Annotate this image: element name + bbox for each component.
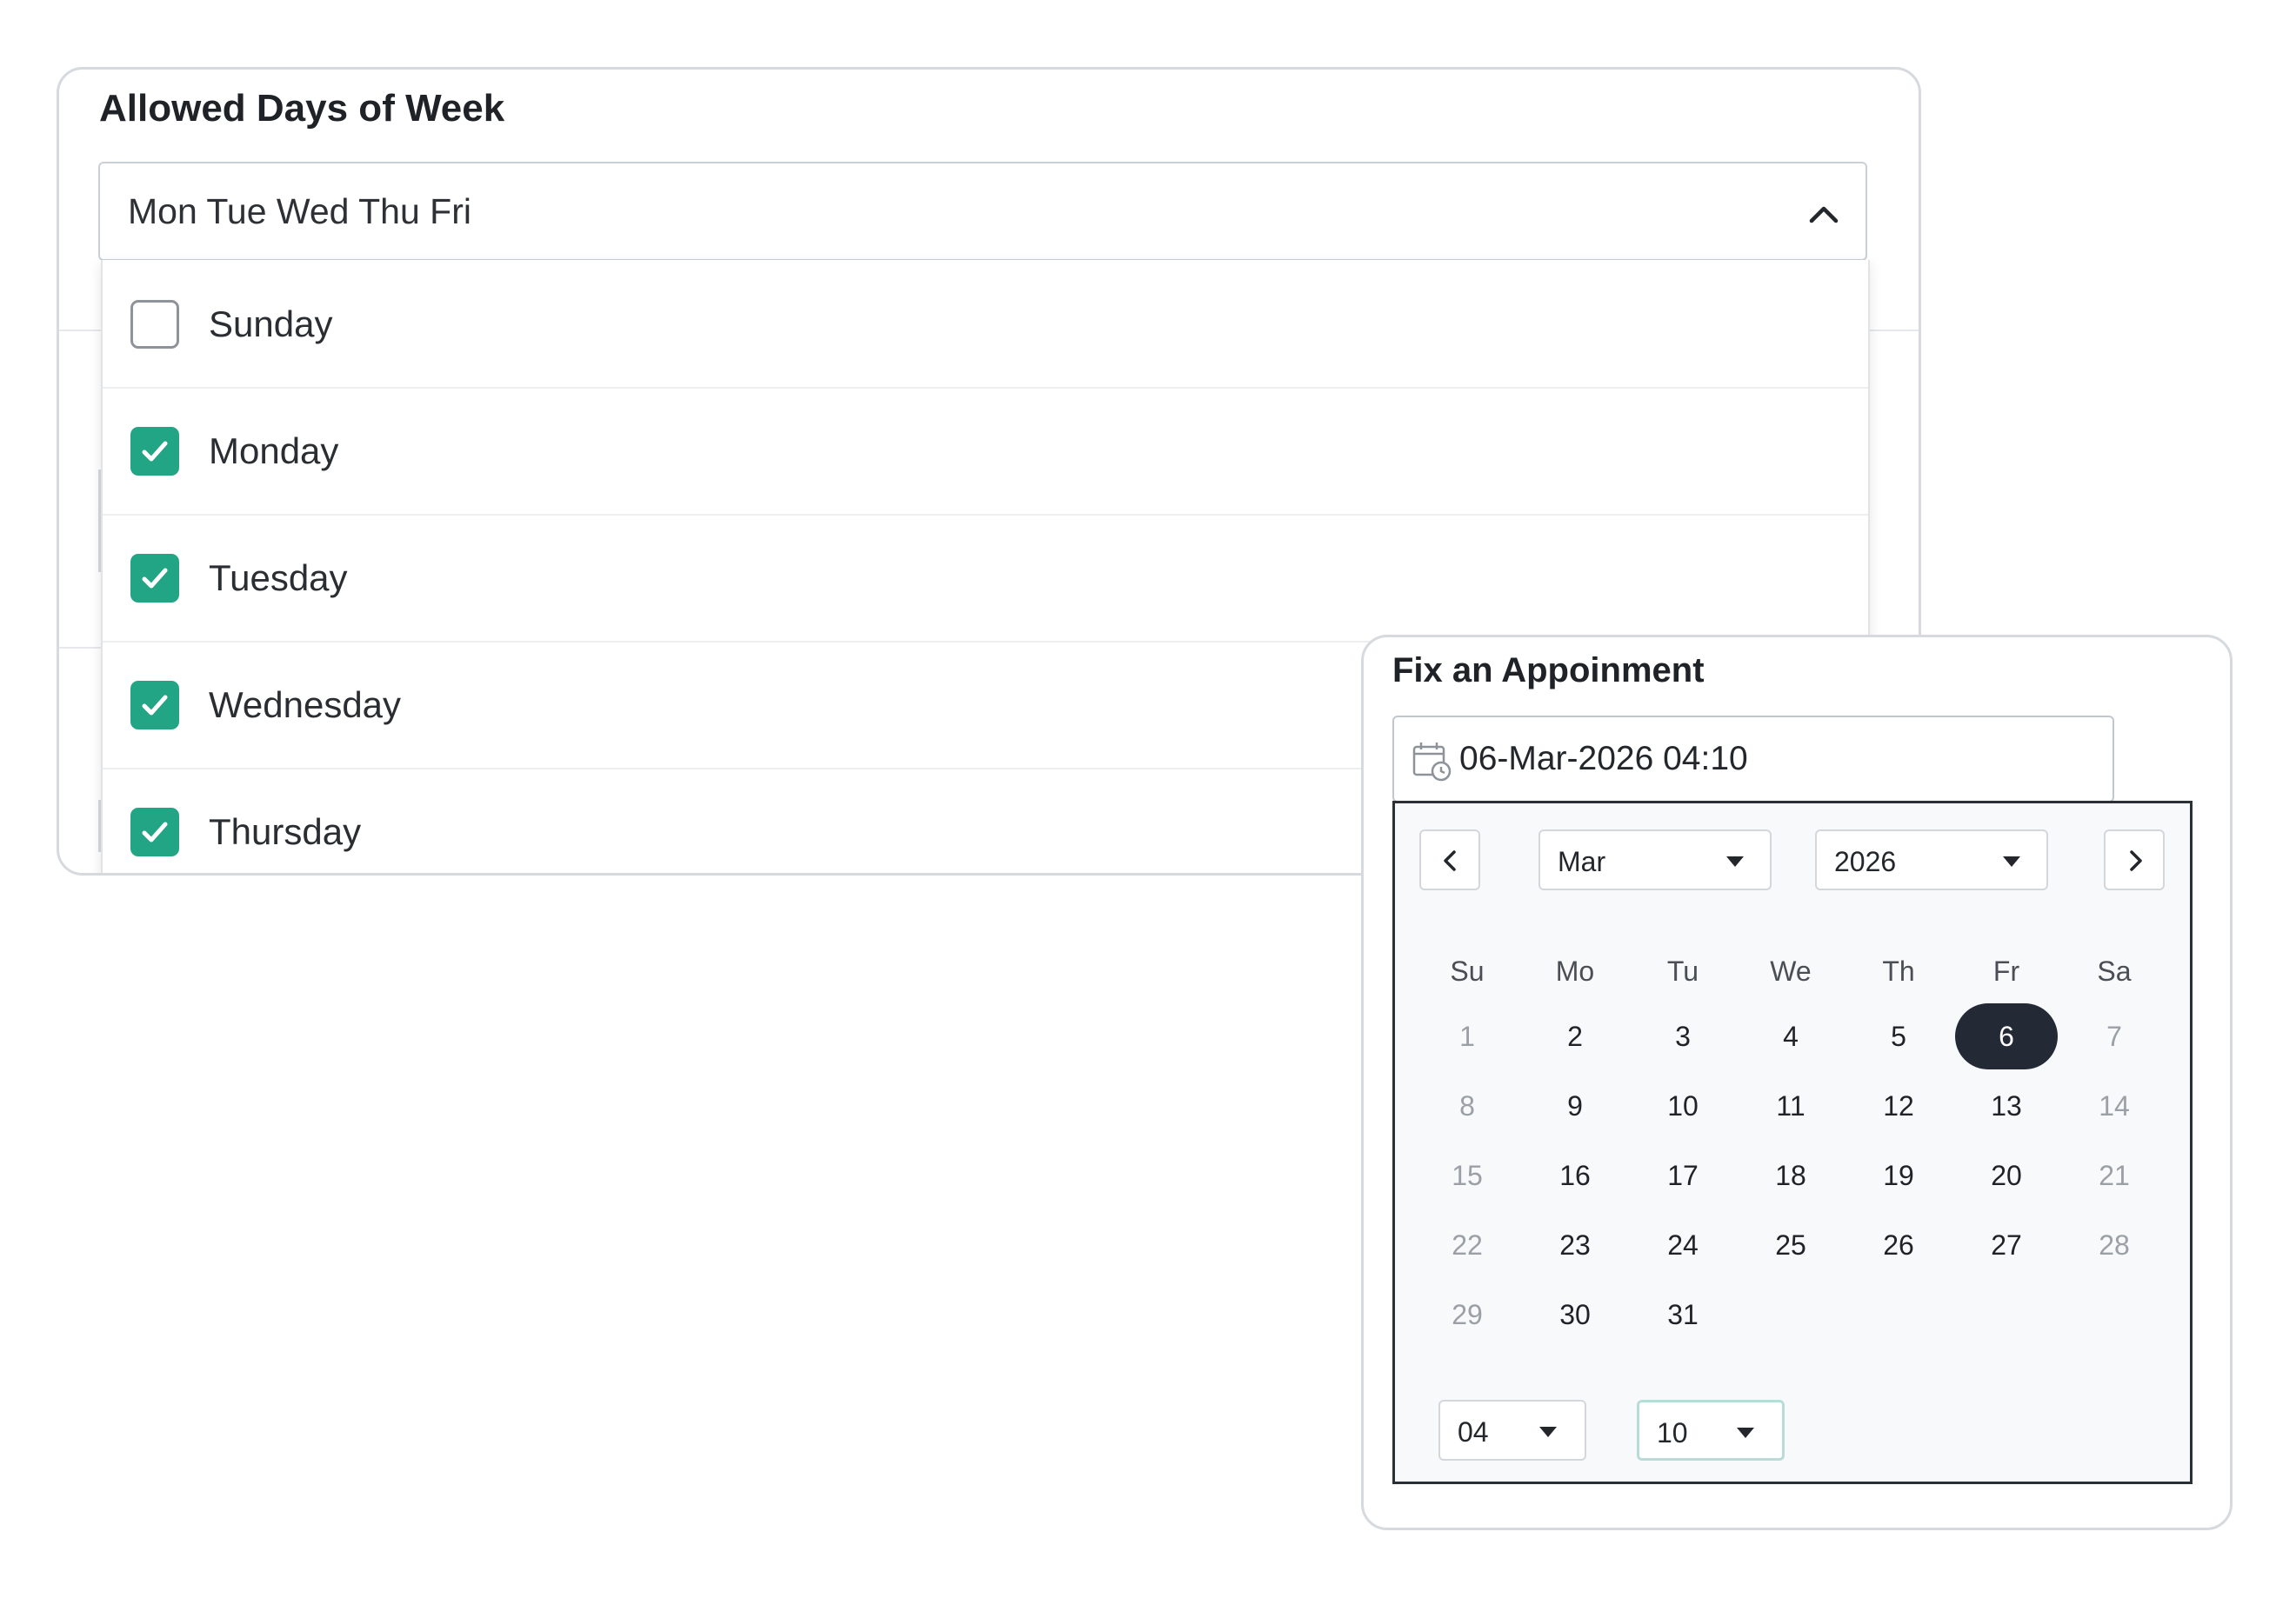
year-select-value: 2026 bbox=[1834, 846, 1897, 877]
chevron-left-icon bbox=[1444, 850, 1456, 871]
day-option-label: Sunday bbox=[209, 303, 333, 344]
checkmark-icon bbox=[142, 695, 168, 716]
calendar-day[interactable]: 1 bbox=[1416, 1003, 1518, 1069]
day-option[interactable]: Monday bbox=[103, 387, 1868, 516]
calendar-day[interactable]: 25 bbox=[1739, 1212, 1842, 1278]
appointment-title: Fix an Appoinment bbox=[1392, 651, 1705, 689]
calendar-day[interactable]: 15 bbox=[1416, 1142, 1518, 1209]
calendar-day[interactable]: 31 bbox=[1632, 1282, 1734, 1348]
checkbox-checked[interactable] bbox=[130, 681, 179, 729]
calendar-day[interactable]: 12 bbox=[1847, 1073, 1950, 1139]
calendar-day[interactable]: 9 bbox=[1524, 1073, 1626, 1139]
calendar-day[interactable]: 14 bbox=[2063, 1073, 2166, 1139]
day-option-label: Wednesday bbox=[209, 684, 402, 725]
checkbox-checked[interactable] bbox=[130, 554, 179, 603]
minute-select[interactable]: 10 bbox=[1637, 1400, 1785, 1461]
day-option-label: Monday bbox=[209, 430, 339, 471]
calendar-day[interactable]: 23 bbox=[1524, 1212, 1626, 1278]
caret-down-icon bbox=[1726, 856, 1744, 867]
checkbox-checked[interactable] bbox=[130, 427, 179, 476]
weekday-header: We bbox=[1770, 956, 1812, 987]
prev-month-button[interactable] bbox=[1419, 829, 1480, 890]
calendar-day[interactable]: 24 bbox=[1632, 1212, 1734, 1278]
day-option-label: Tuesday bbox=[209, 557, 348, 598]
appointment-datetime-value: 06-Mar-2026 04:10 bbox=[1459, 740, 1748, 777]
calendar-day[interactable]: 11 bbox=[1739, 1073, 1842, 1139]
calendar-day[interactable]: 13 bbox=[1955, 1073, 2058, 1139]
appointment-datetime-input[interactable]: 06-Mar-2026 04:10 bbox=[1392, 716, 2114, 802]
weekday-header: Th bbox=[1882, 956, 1915, 987]
month-select[interactable]: Mar bbox=[1538, 829, 1772, 890]
weekday-header: Tu bbox=[1666, 956, 1699, 987]
calendar-day[interactable]: 10 bbox=[1632, 1073, 1734, 1139]
checkmark-icon bbox=[142, 441, 168, 462]
calendar-day[interactable]: 29 bbox=[1416, 1282, 1518, 1348]
caret-down-icon bbox=[1539, 1427, 1557, 1437]
weekday-header: Su bbox=[1450, 956, 1485, 987]
weekday-header: Fr bbox=[1992, 956, 2020, 987]
calendar-day[interactable]: 8 bbox=[1416, 1073, 1518, 1139]
calendar-day[interactable]: 22 bbox=[1416, 1212, 1518, 1278]
calendar-clock-icon bbox=[1412, 743, 1452, 782]
calendar-day-selected[interactable]: 6 bbox=[1955, 1003, 2058, 1069]
days-multiselect-value: Mon Tue Wed Thu Fri bbox=[128, 191, 471, 231]
chevron-up-icon[interactable] bbox=[1805, 195, 1843, 233]
calendar-day[interactable]: 27 bbox=[1955, 1212, 2058, 1278]
date-picker-popup: Mar 2026 Su Mo Tu We Th Fr Sa 1 2 3 4 5 6 7 8 9 10 11 12 1… bbox=[1392, 801, 2193, 1484]
weekday-header: Mo bbox=[1555, 956, 1595, 987]
calendar-day[interactable]: 19 bbox=[1847, 1142, 1950, 1209]
checkmark-icon bbox=[142, 822, 168, 842]
year-select[interactable]: 2026 bbox=[1815, 829, 2048, 890]
next-month-button[interactable] bbox=[2104, 829, 2165, 890]
caret-down-icon bbox=[1737, 1428, 1754, 1438]
calendar-day[interactable]: 16 bbox=[1524, 1142, 1626, 1209]
chevron-right-icon bbox=[2130, 850, 2142, 871]
caret-down-icon bbox=[2003, 856, 2020, 867]
hour-select[interactable]: 04 bbox=[1438, 1400, 1586, 1461]
days-multiselect[interactable]: Mon Tue Wed Thu Fri bbox=[98, 162, 1867, 261]
calendar-day[interactable]: 18 bbox=[1739, 1142, 1842, 1209]
day-option[interactable]: Sunday bbox=[103, 260, 1868, 389]
calendar-day[interactable]: 17 bbox=[1632, 1142, 1734, 1209]
checkmark-icon bbox=[142, 568, 168, 589]
calendar-day[interactable]: 20 bbox=[1955, 1142, 2058, 1209]
minute-select-value: 10 bbox=[1657, 1417, 1688, 1448]
checkbox-unchecked[interactable] bbox=[130, 300, 179, 349]
calendar-day[interactable]: 26 bbox=[1847, 1212, 1950, 1278]
calendar-day[interactable]: 21 bbox=[2063, 1142, 2166, 1209]
calendar-day[interactable]: 28 bbox=[2063, 1212, 2166, 1278]
weekday-header: Sa bbox=[2097, 956, 2132, 987]
calendar-day[interactable]: 2 bbox=[1524, 1003, 1626, 1069]
day-option[interactable]: Tuesday bbox=[103, 514, 1868, 643]
day-option-label: Thursday bbox=[209, 811, 362, 852]
month-select-value: Mar bbox=[1558, 846, 1606, 877]
calendar-day[interactable]: 7 bbox=[2063, 1003, 2166, 1069]
checkbox-checked[interactable] bbox=[130, 808, 179, 856]
hour-select-value: 04 bbox=[1458, 1416, 1489, 1448]
calendar-day[interactable]: 5 bbox=[1847, 1003, 1950, 1069]
calendar-day[interactable]: 3 bbox=[1632, 1003, 1734, 1069]
calendar-day[interactable]: 4 bbox=[1739, 1003, 1842, 1069]
appointment-card: Fix an Appoinment 06-Mar-2026 04:10 Mar … bbox=[1361, 635, 2233, 1530]
calendar-day[interactable]: 30 bbox=[1524, 1282, 1626, 1348]
allowed-days-title: Allowed Days of Week bbox=[99, 87, 505, 130]
